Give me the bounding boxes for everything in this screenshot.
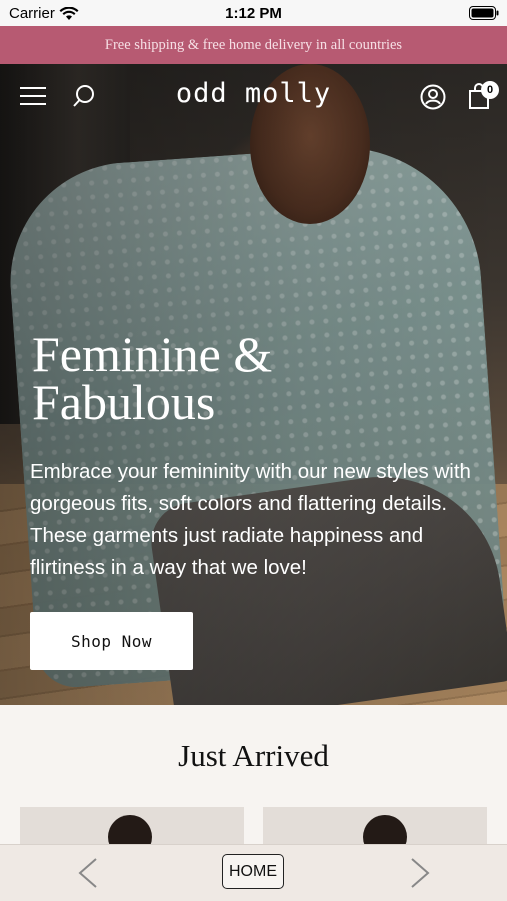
promo-text: Free shipping & free home delivery in al… (104, 36, 403, 53)
promo-banner: Free shipping & free home delivery in al… (0, 26, 507, 64)
chevron-right-icon[interactable] (408, 857, 432, 889)
status-bar: Carrier 1:12 PM (0, 0, 507, 26)
hero-description: Embrace your femininity with our new sty… (30, 460, 471, 579)
just-arrived-heading: Just Arrived (178, 738, 329, 773)
account-icon[interactable] (420, 84, 446, 110)
shop-now-button[interactable]: Shop Now (30, 612, 193, 670)
chevron-left-icon[interactable] (76, 857, 100, 889)
hero-title: Feminine & Fabulous (32, 326, 273, 430)
bag-count-badge: 0 (481, 81, 499, 99)
home-button[interactable]: HOME (222, 854, 284, 889)
battery-icon (469, 6, 499, 20)
clock: 1:12 PM (225, 5, 282, 22)
bottom-nav: HOME (0, 844, 507, 901)
